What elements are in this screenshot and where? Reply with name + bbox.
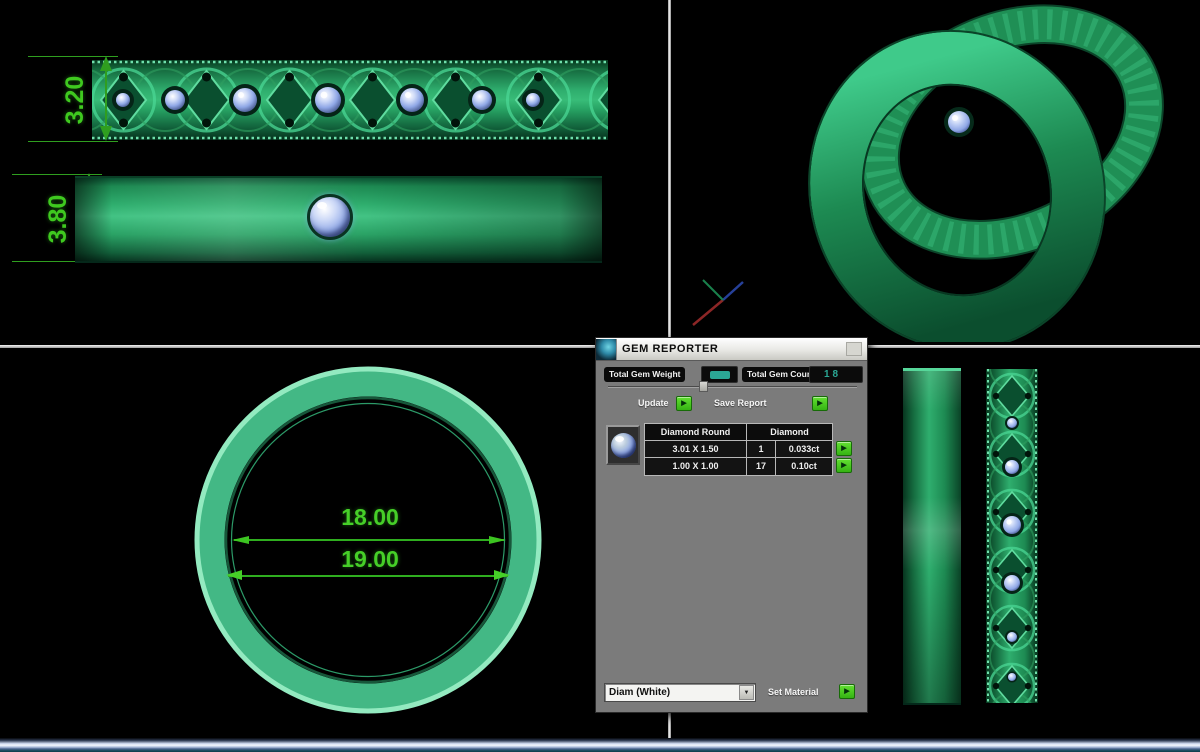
dimension-shank-height: 3.80 [44,179,72,259]
dialog-window-button[interactable] [846,342,862,356]
ornate-band-side-view [90,54,610,146]
ornate-band-elevation [983,367,1041,705]
save-report-button[interactable]: ▶ [812,396,828,411]
gem-type-header: Diamond Round [645,424,747,440]
material-dropdown[interactable]: Diam (White) ▼ [604,683,756,702]
gem-reporter-dialog: GEM REPORTER Total Gem Weight Total Gem … [595,337,868,713]
viewport-top[interactable]: 18.00 19.00 [0,348,668,738]
gem-table-row[interactable]: 1.00 X 1.00 17 0.10ct [645,458,832,475]
gem-size-cell: 3.01 X 1.50 [645,441,747,457]
gem-weight-cell: 0.033ct [776,441,832,457]
set-material-button[interactable]: ▶ [839,684,855,699]
row-go-button[interactable]: ▶ [836,441,852,456]
gem-col-header: Diamond [747,424,832,440]
gem-count-cell: 17 [747,458,776,475]
viewport-right[interactable] [871,348,1200,738]
gem-table-row[interactable]: 3.01 X 1.50 1 0.033ct [645,441,832,458]
gem-size-cell: 1.00 X 1.00 [645,458,747,475]
gem-type-button[interactable] [606,425,640,465]
dimension-band-height: 3.20 [61,60,89,140]
axis-gizmo-icon [685,270,755,335]
front-band-gem [948,111,970,133]
jewelry-cad-workspace: 3.20 3.80 [0,0,1200,752]
save-report-label: Save Report [714,398,767,408]
gem-reporter-title: GEM REPORTER [622,343,718,355]
dropdown-arrow-icon[interactable]: ▼ [739,685,754,700]
gem-size-slider[interactable] [608,386,857,388]
material-dropdown-value: Diam (White) [605,687,739,698]
gem-sphere-icon [611,433,636,458]
total-gem-count-value: 18 [809,366,863,383]
update-label: Update [638,398,669,408]
set-material-label: Set Material [768,687,819,697]
weight-value-indicator [710,371,730,379]
window-bottom-edge [0,738,1200,752]
gem-reporter-app-icon [596,339,617,360]
update-button[interactable]: ▶ [676,396,692,411]
dimension-outer-diameter: 19.00 [326,546,414,573]
dimension-inner-diameter: 18.00 [328,504,412,531]
row-go-button[interactable]: ▶ [836,458,852,473]
gem-size-slider-thumb[interactable] [699,381,708,392]
band-gems [112,83,544,117]
total-gem-weight-label: Total Gem Weight [604,367,685,382]
gem-reporter-titlebar[interactable]: GEM REPORTER [596,338,867,361]
plain-band-elevation [903,368,961,705]
viewport-perspective[interactable] [671,0,1200,345]
center-gem [307,194,353,240]
viewport-front[interactable]: 3.20 3.80 [0,0,668,345]
gem-table: Diamond Round Diamond 3.01 X 1.50 1 0.03… [644,423,833,476]
gem-table-header: Diamond Round Diamond [645,424,832,441]
gem-count-cell: 1 [747,441,776,457]
gem-weight-cell: 0.10ct [776,458,832,475]
